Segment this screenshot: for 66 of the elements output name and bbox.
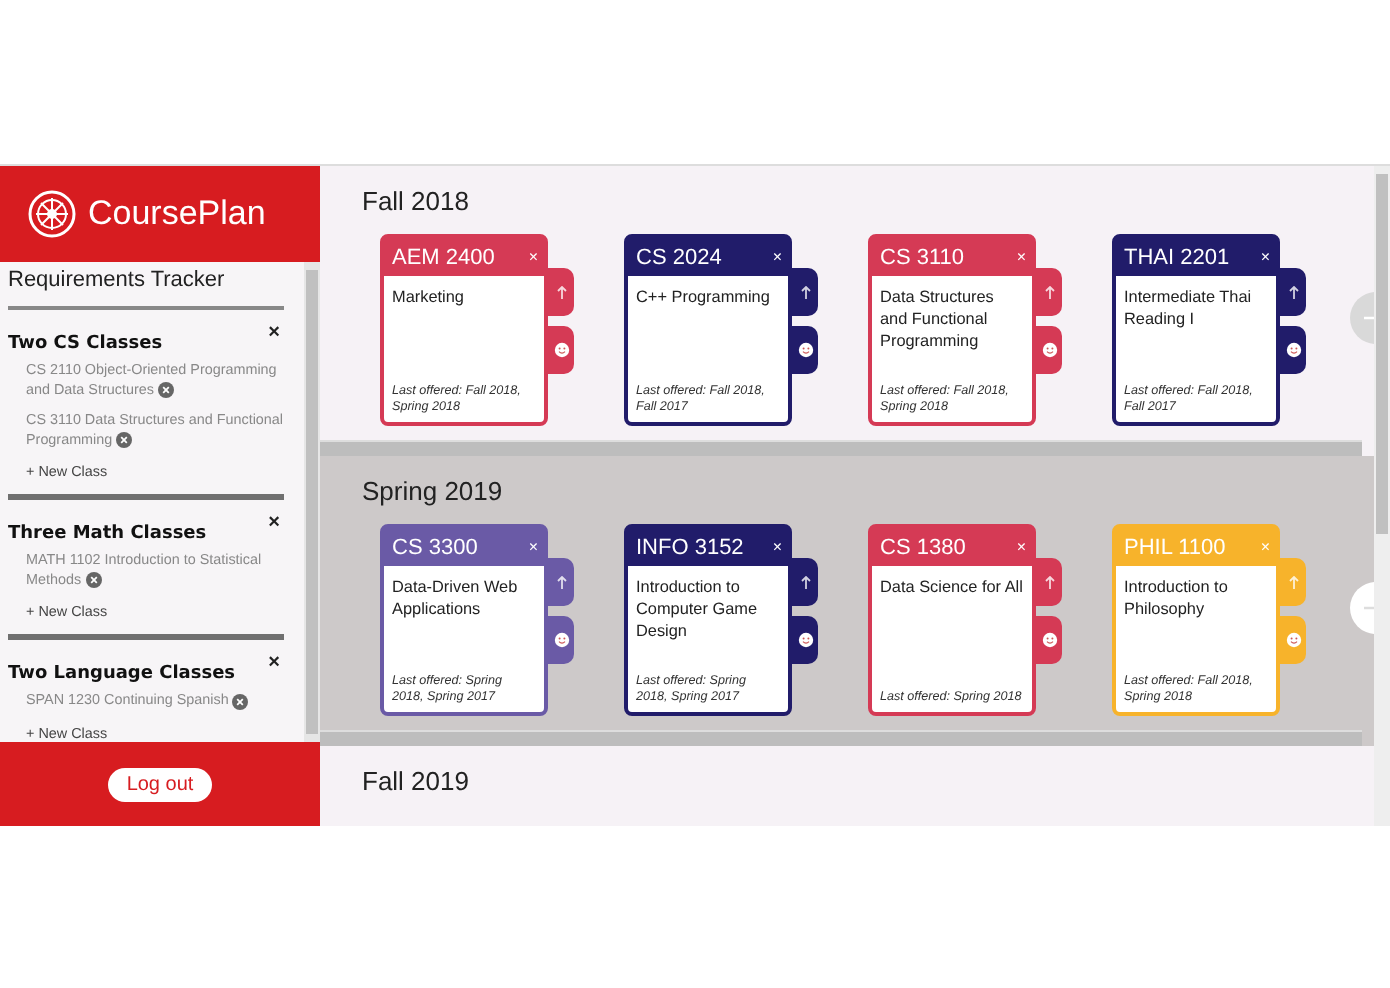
remove-icon[interactable] <box>85 572 102 589</box>
horizontal-scrollbar[interactable] <box>320 730 1362 746</box>
close-button[interactable]: × <box>1016 538 1026 556</box>
move-tab[interactable] <box>1280 268 1306 316</box>
feedback-tab[interactable] <box>792 616 818 664</box>
close-button[interactable]: × <box>1016 248 1026 266</box>
close-button[interactable]: × <box>772 538 782 556</box>
arrow-up-icon <box>799 285 811 299</box>
app-title: CoursePlan <box>88 194 266 234</box>
close-button[interactable]: × <box>528 248 538 266</box>
smiley-icon <box>797 342 813 358</box>
semester-title: Fall 2019 <box>360 764 471 796</box>
horizontal-scrollbar[interactable] <box>320 440 1362 456</box>
tracker-heading: Requirements Tracker <box>8 268 284 310</box>
arrow-up-icon <box>1287 575 1299 589</box>
close-button[interactable]: × <box>528 538 538 556</box>
course-name: Data Science for All <box>878 576 1025 600</box>
requirement-title: Three Math Classes <box>8 524 207 545</box>
close-button[interactable]: × <box>264 322 284 344</box>
move-tab[interactable] <box>792 268 818 316</box>
logout-button[interactable]: Log out <box>108 767 212 801</box>
course-name: Introduction to Computer Game Design <box>634 576 760 645</box>
smiley-icon <box>1285 632 1301 648</box>
course-code: INFO 3152 <box>636 535 744 559</box>
arrow-up-icon <box>555 285 567 299</box>
course-code: CS 2024 <box>636 245 722 269</box>
course-name: Introduction to Philosophy <box>1122 576 1230 623</box>
smiley-icon <box>553 342 569 358</box>
course-name: Data-Driven Web Applications <box>390 576 520 623</box>
arrow-up-icon <box>555 575 567 589</box>
remove-icon[interactable] <box>232 693 249 710</box>
course-code: CS 3110 <box>880 245 964 269</box>
arrow-up-icon <box>1043 575 1055 589</box>
semester-title: Fall 2018 <box>360 184 471 216</box>
logo-icon <box>28 190 76 238</box>
scrollbar[interactable] <box>1374 166 1390 826</box>
course-name: C++ Programming <box>634 286 772 310</box>
smiley-icon <box>797 632 813 648</box>
course-name: Intermediate Thai Reading I <box>1122 286 1254 333</box>
course-code: AEM 2400 <box>392 245 495 269</box>
course-code: THAI 2201 <box>1124 245 1230 269</box>
arrow-up-icon <box>1287 285 1299 299</box>
scrollbar[interactable] <box>304 262 320 742</box>
smiley-icon <box>1041 632 1057 648</box>
close-button[interactable]: × <box>264 512 284 535</box>
requirement-title: Two Language Classes <box>8 664 236 685</box>
course-name: Marketing <box>390 286 466 310</box>
semester-title: Spring 2019 <box>360 474 505 506</box>
close-button[interactable]: × <box>264 652 284 675</box>
feedback-tab[interactable] <box>1280 326 1306 374</box>
requirement-title: Two CS Classes <box>8 334 163 354</box>
course-code: CS 1380 <box>880 535 966 559</box>
course-code: PHIL 1100 <box>1124 535 1226 559</box>
feedback-tab[interactable] <box>792 326 818 374</box>
course-name: Data Structures and Functional Programming <box>878 286 996 355</box>
smiley-icon <box>1041 342 1057 358</box>
arrow-up-icon <box>799 575 811 589</box>
close-button[interactable]: × <box>772 248 782 266</box>
smiley-icon <box>1285 342 1301 358</box>
smiley-icon <box>553 632 569 648</box>
close-button[interactable]: × <box>1260 248 1270 266</box>
course-code: CS 3300 <box>392 535 478 559</box>
remove-icon[interactable] <box>116 432 133 449</box>
arrow-up-icon <box>1043 285 1055 299</box>
remove-icon[interactable] <box>157 382 174 399</box>
move-tab[interactable] <box>792 558 818 606</box>
